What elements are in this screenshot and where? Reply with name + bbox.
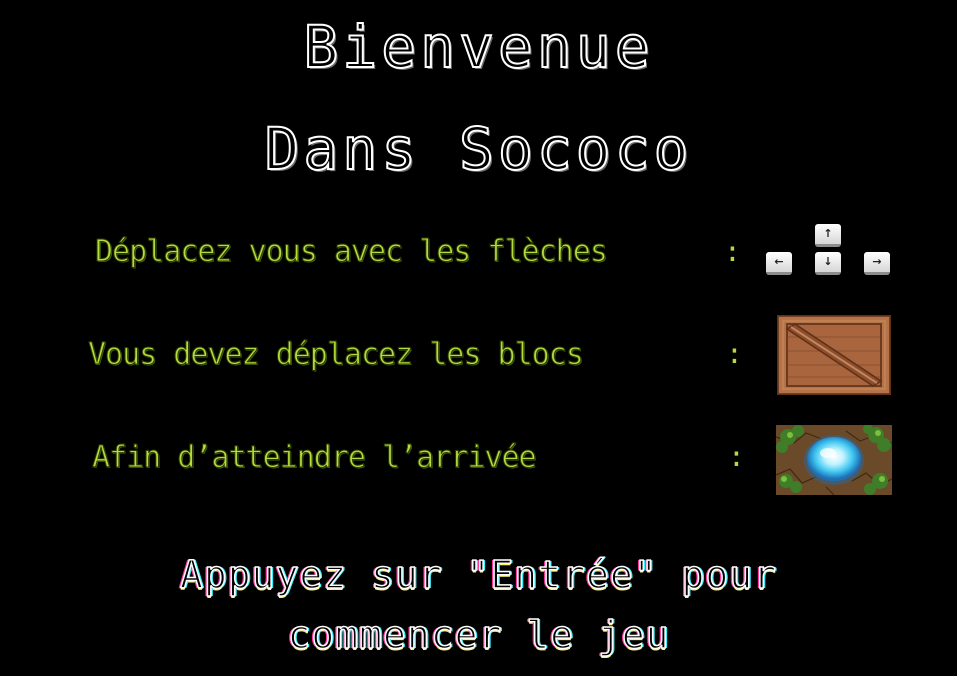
instruction-colon: : [728,440,745,473]
instruction-colon: : [724,235,741,268]
instruction-reach-goal: Afin d’atteindre l’arrivée [92,440,538,475]
arrow-down-icon: ↓ [815,252,841,275]
start-prompt-line-2: commencer le jeu [287,613,670,657]
crate-icon [777,315,891,395]
arrow-left-icon: ← [766,252,792,275]
arrow-up-icon: ↑ [815,224,841,247]
title-line-2: Dans Sococo [263,115,693,183]
instruction-move: Déplacez vous avec les flèches [95,234,609,269]
title-line-1: Bienvenue [302,13,654,81]
arrow-right-icon: → [864,252,890,275]
goal-portal-icon [776,425,892,495]
instruction-colon: : [726,337,743,370]
welcome-screen: Bienvenue Dans Sococo Déplacez vous avec… [0,0,957,676]
arrow-keys-icon: ↑ ← ↓ → [766,224,906,276]
start-prompt-line-1: Appuyez sur "Entrée" pour [179,553,777,597]
instruction-push-blocks: Vous devez déplacez les blocs [88,337,585,372]
